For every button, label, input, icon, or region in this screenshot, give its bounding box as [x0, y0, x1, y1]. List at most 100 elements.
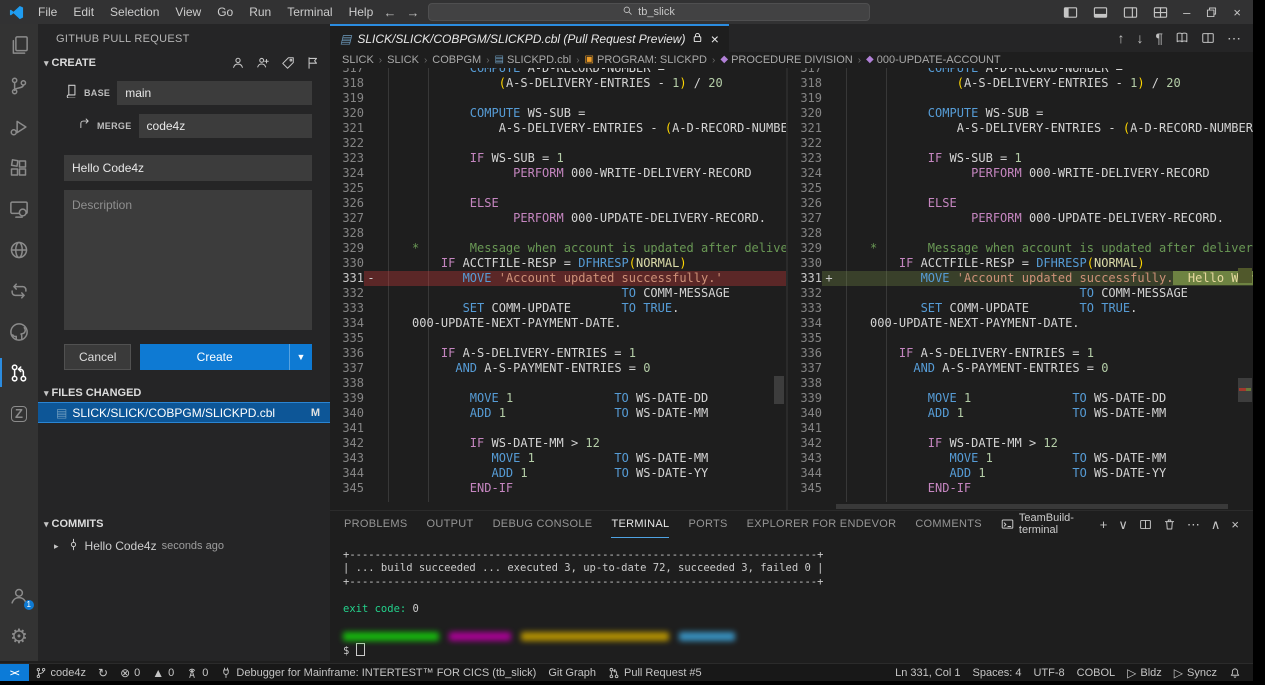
panel-tab-debug-console[interactable]: DEBUG CONSOLE [493, 511, 593, 538]
split-icon[interactable] [1139, 518, 1152, 531]
panel-tab-ports[interactable]: PORTS [688, 511, 727, 538]
code-line-321[interactable]: 321 A-S-DELIVERY-ENTRIES - (A-D-RECORD-N… [788, 121, 1253, 136]
code-line-338[interactable]: 338 [788, 376, 1253, 391]
code-line-339[interactable]: 339 MOVE 1 TO WS-DATE-DD [330, 391, 786, 406]
code-line-318[interactable]: 318 (A-S-DELIVERY-ENTRIES - 1) / 20 [330, 76, 786, 91]
activity-extensions[interactable] [0, 147, 38, 188]
code-line-343[interactable]: 343 MOVE 1 TO WS-DATE-MM [330, 451, 786, 466]
para-icon[interactable]: ¶ [1155, 31, 1163, 45]
activity-gear[interactable]: ⚙ [0, 616, 38, 657]
menu-go[interactable]: Go [209, 5, 241, 19]
status-warnings[interactable]: ▲0 [146, 664, 180, 681]
code-line-334[interactable]: 334000-UPDATE-NEXT-PAYMENT-DATE. [330, 316, 786, 331]
code-line-320[interactable]: 320 COMPUTE WS-SUB = [788, 106, 1253, 121]
code-line-345[interactable]: 345 END-IF [330, 481, 786, 496]
activity-globe[interactable] [0, 229, 38, 270]
code-line-318[interactable]: 318 (A-S-DELIVERY-ENTRIES - 1) / 20 [788, 76, 1253, 91]
status-debugger[interactable]: Debugger for Mainframe: INTERTEST™ FOR C… [214, 664, 542, 681]
panel-tab-problems[interactable]: PROBLEMS [344, 511, 408, 538]
terminal-content[interactable]: +---------------------------------------… [330, 537, 1253, 656]
dots-icon[interactable]: ⋯ [1227, 31, 1241, 45]
cancel-button[interactable]: Cancel [64, 344, 131, 370]
code-line-344[interactable]: 344 ADD 1 TO WS-DATE-YY [788, 466, 1253, 481]
code-line-330[interactable]: 330 IF ACCTFILE-RESP = DFHRESP(NORMAL) [788, 256, 1253, 271]
commit-row[interactable]: ▸ Hello Code4z seconds ago [38, 533, 330, 554]
closewin-icon[interactable]: × [1231, 518, 1239, 531]
status-sync-changes[interactable]: ↻ [92, 664, 114, 681]
chevdown-icon[interactable]: ∨ [1118, 518, 1128, 531]
base-input[interactable] [117, 81, 312, 105]
code-line-324[interactable]: 324 PERFORM 000-WRITE-DELIVERY-RECORD [330, 166, 786, 181]
code-line-336[interactable]: 336 IF A-S-DELIVERY-ENTRIES = 1 [788, 346, 1253, 361]
scrollbar-thumb[interactable] [774, 376, 784, 404]
up-icon[interactable]: ↑ [1117, 31, 1124, 45]
code-line-335[interactable]: 335 [330, 331, 786, 346]
reviewers-icon[interactable] [256, 56, 270, 70]
activity-zowe[interactable]: Z [0, 393, 38, 434]
code-line-332[interactable]: 332 TO COMM-MESSAGE [330, 286, 786, 301]
code-line-341[interactable]: 341 [330, 421, 786, 436]
activity-pipeline[interactable] [0, 270, 38, 311]
horizontal-scrollbar[interactable] [836, 504, 1228, 509]
status-remote-indicator[interactable]: >< [0, 664, 29, 681]
code-line-333[interactable]: 333 SET COMM-UPDATE TO TRUE. [330, 301, 786, 316]
menu-edit[interactable]: Edit [65, 5, 102, 19]
plus-icon[interactable]: + [1100, 518, 1108, 531]
menu-selection[interactable]: Selection [102, 5, 167, 19]
code-line-345[interactable]: 345 END-IF [788, 481, 1253, 496]
trash-icon[interactable] [1163, 518, 1176, 531]
closewin-icon[interactable]: × [1233, 6, 1241, 19]
code-line-322[interactable]: 322 [330, 136, 786, 151]
code-line-329[interactable]: 329* Message when account is updated aft… [330, 241, 786, 256]
activity-debug[interactable] [0, 106, 38, 147]
close-icon[interactable]: × [710, 32, 718, 46]
dots-icon[interactable]: ⋯ [1187, 518, 1200, 531]
code-line-337[interactable]: 337 AND A-S-PAYMENT-ENTRIES = 0 [788, 361, 1253, 376]
down-icon[interactable]: ↓ [1136, 31, 1143, 45]
code-line-340[interactable]: 340 ADD 1 TO WS-DATE-MM [788, 406, 1253, 421]
code-line-338[interactable]: 338 [330, 376, 786, 391]
status-indentation[interactable]: Spaces: 4 [967, 664, 1028, 681]
breadcrumb-item[interactable]: ▤SLICKPD.cbl [495, 54, 572, 66]
code-line-319[interactable]: 319 [330, 91, 786, 106]
chevup-icon[interactable]: ∧ [1211, 518, 1221, 531]
code-line-332[interactable]: 332 TO COMM-MESSAGE [788, 286, 1253, 301]
book-icon[interactable] [1175, 31, 1189, 45]
code-line-337[interactable]: 337 AND A-S-PAYMENT-ENTRIES = 0 [330, 361, 786, 376]
merge-input[interactable] [139, 114, 312, 138]
code-line-334[interactable]: 334000-UPDATE-NEXT-PAYMENT-DATE. [788, 316, 1253, 331]
activity-account[interactable]: 1 [0, 575, 38, 616]
code-line-341[interactable]: 341 [788, 421, 1253, 436]
code-line-328[interactable]: 328 [788, 226, 1253, 241]
breadcrumb-item[interactable]: COBPGM [432, 54, 481, 66]
panel-tab-output[interactable]: OUTPUT [427, 511, 474, 538]
status-syncz[interactable]: ▷Syncz [1168, 664, 1223, 681]
changed-file-row[interactable]: ▤ SLICK/SLICK/COBPGM/SLICKPD.cbl M [38, 402, 330, 423]
code-line-325[interactable]: 325 [788, 181, 1253, 196]
menu-run[interactable]: Run [241, 5, 279, 19]
status-bldz[interactable]: ▷Bldz [1121, 664, 1168, 681]
code-line-340[interactable]: 340 ADD 1 TO WS-DATE-MM [330, 406, 786, 421]
create-button[interactable]: Create ▼ [140, 344, 312, 370]
activity-explorer[interactable] [0, 24, 38, 65]
code-line-324[interactable]: 324 PERFORM 000-WRITE-DELIVERY-RECORD [788, 166, 1253, 181]
code-line-327[interactable]: 327 PERFORM 000-UPDATE-DELIVERY-RECORD. [330, 211, 786, 226]
code-line-336[interactable]: 336 IF A-S-DELIVERY-ENTRIES = 1 [330, 346, 786, 361]
panel-tab-comments[interactable]: COMMENTS [915, 511, 982, 538]
code-line-326[interactable]: 326 ELSE [788, 196, 1253, 211]
menu-terminal[interactable]: Terminal [279, 5, 340, 19]
code-line-342[interactable]: 342 IF WS-DATE-MM > 12 [330, 436, 786, 451]
status-errors[interactable]: ⊗0 [114, 664, 146, 681]
code-line-328[interactable]: 328 [330, 226, 786, 241]
status-cursor-position[interactable]: Ln 331, Col 1 [889, 664, 966, 681]
description-textarea[interactable] [64, 190, 312, 330]
layoutR-icon[interactable] [1123, 5, 1138, 20]
panel-tab-explorer-for-endevor[interactable]: EXPLORER FOR ENDEVOR [747, 511, 897, 538]
code-line-327[interactable]: 327 PERFORM 000-UPDATE-DELIVERY-RECORD. [788, 211, 1253, 226]
section-create[interactable]: ▾ CREATE [38, 53, 330, 73]
menu-file[interactable]: File [30, 5, 65, 19]
back-icon[interactable]: ← [384, 6, 397, 19]
code-line-320[interactable]: 320 COMPUTE WS-SUB = [330, 106, 786, 121]
activity-remote[interactable] [0, 188, 38, 229]
milestone-icon[interactable] [306, 56, 320, 70]
